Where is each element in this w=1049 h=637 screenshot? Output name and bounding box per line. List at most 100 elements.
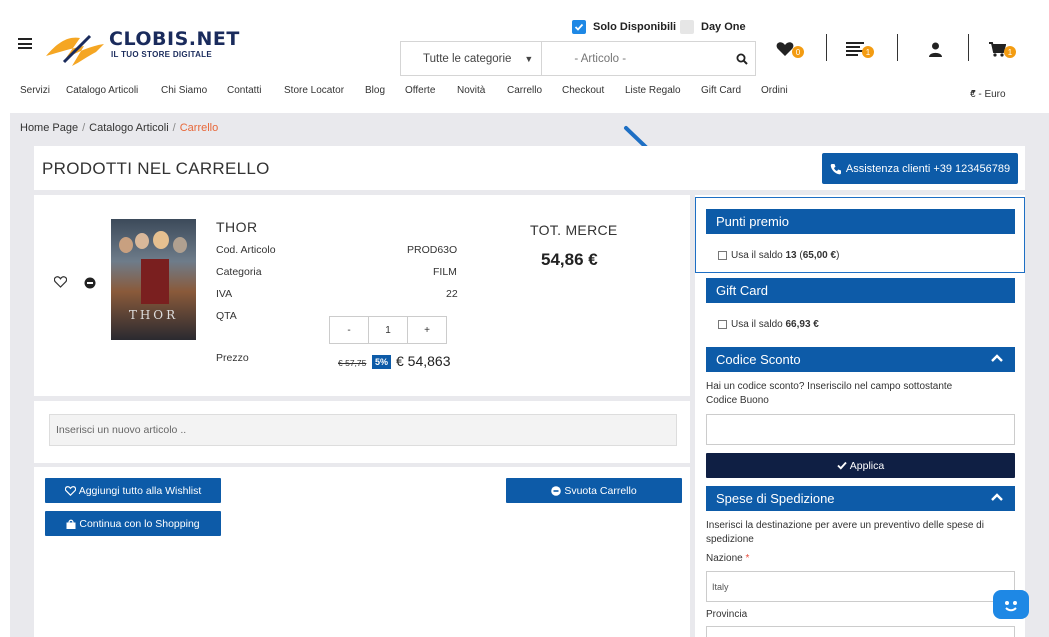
account-button[interactable] <box>929 38 942 60</box>
nav-item-catalogo[interactable]: Catalogo Articoli <box>66 85 138 96</box>
wishlist-button[interactable]: 0 <box>776 38 804 60</box>
nav-item-novita[interactable]: Novità <box>457 85 485 96</box>
nav-item-chi-siamo[interactable]: Chi Siamo <box>161 85 207 96</box>
nav-item-blog[interactable]: Blog <box>365 85 385 96</box>
wishlist-heart-icon[interactable] <box>54 276 67 288</box>
solo-disponibili-checkbox[interactable]: Solo Disponibili <box>572 20 676 34</box>
phone-icon <box>830 163 841 174</box>
main-nav: Servizi Catalogo Articoli Chi Siamo Cont… <box>0 81 1049 101</box>
solo-disponibili-label: Solo Disponibili <box>593 21 677 33</box>
check-icon <box>837 461 847 470</box>
codice-sconto-header[interactable]: Codice Sconto <box>706 347 1015 372</box>
old-price: € 57,75 <box>338 358 367 368</box>
qty-input[interactable]: 1 <box>369 317 408 343</box>
codice-sconto-title: Codice Sconto <box>716 352 801 367</box>
chevron-up-icon <box>991 493 1003 501</box>
checkbox-icon <box>718 251 727 260</box>
heart-icon <box>776 42 794 56</box>
add-all-wishlist-label: Aggiungi tutto alla Wishlist <box>78 484 202 497</box>
customer-support-label: Assistenza clienti +39 123456789 <box>845 162 1011 175</box>
breadcrumb-catalog[interactable]: Catalogo Articoli <box>89 122 169 134</box>
search-input[interactable] <box>542 42 729 75</box>
qty-decrease-button[interactable]: - <box>330 317 369 343</box>
day-one-checkbox[interactable]: Day One <box>680 20 746 34</box>
continue-shopping-button[interactable]: Continua con lo Shopping <box>45 511 221 536</box>
product-row-label: Cod. Articolo <box>216 244 276 256</box>
currency-value: € - Euro <box>970 89 1006 100</box>
heart-outline-icon <box>64 485 76 496</box>
logo-swoosh-icon <box>46 34 104 66</box>
use-gift-card-checkbox[interactable]: Usa il saldo 66,93 € <box>718 319 819 330</box>
nav-item-liste-regalo[interactable]: Liste Regalo <box>625 85 681 96</box>
nazione-label: Nazione * <box>706 553 750 564</box>
spedizione-header[interactable]: Spese di Spedizione <box>706 486 1015 511</box>
caret-down-icon: ▼ <box>524 53 534 64</box>
discount-badge: 5% <box>372 355 392 369</box>
logo[interactable]: CLOBIS.NET IL TUO STORE DIGITALE <box>44 22 239 72</box>
use-points-checkbox[interactable]: Usa il saldo 13 (65,00 €) <box>718 250 839 261</box>
qty-increase-button[interactable]: + <box>408 317 446 343</box>
add-all-wishlist-button[interactable]: Aggiungi tutto alla Wishlist <box>45 478 221 503</box>
nav-item-servizi[interactable]: Servizi <box>20 85 50 96</box>
points-amount: 65,00 € <box>802 250 837 261</box>
logo-text: CLOBIS.NET <box>109 28 240 50</box>
breadcrumb-home[interactable]: Home Page <box>20 122 78 134</box>
category-select[interactable]: Tutte le categorie ▼ <box>401 42 543 75</box>
list-button[interactable]: 1 <box>846 38 874 60</box>
page-title: PRODOTTI NEL CARRELLO <box>42 159 270 178</box>
new-item-input[interactable]: Inserisci un nuovo articolo .. <box>49 414 677 446</box>
punti-premio-title: Punti premio <box>716 214 789 229</box>
product-name[interactable]: THOR <box>216 219 258 235</box>
cart-button[interactable]: 1 <box>989 38 1016 60</box>
nav-item-checkout[interactable]: Checkout <box>562 85 604 96</box>
spedizione-text: Inserisci la destinazione per avere un p… <box>706 520 984 545</box>
user-icon <box>929 42 942 57</box>
discount-code-input[interactable] <box>706 414 1015 445</box>
product-category-value: FILM <box>433 266 457 278</box>
nav-item-contatti[interactable]: Contatti <box>227 85 261 96</box>
chatbot-button[interactable] <box>993 590 1029 619</box>
poster-title: THOR <box>128 308 179 322</box>
total-label: TOT. MERCE <box>530 222 618 238</box>
customer-support-button[interactable]: Assistenza clienti +39 123456789 <box>822 153 1018 184</box>
shopping-bag-icon <box>66 519 76 529</box>
checkbox-empty-icon <box>680 20 694 34</box>
gift-amount: 66,93 € <box>785 319 819 330</box>
gift-card-header: Gift Card <box>706 278 1015 303</box>
product-image[interactable]: THOR <box>111 219 196 340</box>
list-count-badge: 1 <box>862 46 874 58</box>
continue-shopping-label: Continua con lo Shopping <box>79 517 200 530</box>
nav-item-store-locator[interactable]: Store Locator <box>284 85 344 96</box>
checkmark-icon <box>572 20 586 34</box>
nazione-select[interactable]: Italy <box>706 571 1015 602</box>
breadcrumb: Home Page / Catalogo Articoli / Carrello <box>20 122 219 134</box>
search-button[interactable] <box>728 42 755 75</box>
nav-item-offerte[interactable]: Offerte <box>405 85 435 96</box>
use-points-prefix: Usa il saldo <box>731 250 783 261</box>
day-one-label: Day One <box>701 21 746 33</box>
nav-item-carrello[interactable]: Carrello <box>507 85 542 96</box>
breadcrumb-current: Carrello <box>179 122 219 134</box>
wishlist-count-badge: 0 <box>792 46 804 58</box>
gift-card-title: Gift Card <box>716 283 769 298</box>
minus-circle-icon <box>551 485 562 496</box>
codice-buono-label: Codice Buono <box>706 395 769 406</box>
menu-icon[interactable] <box>18 38 32 49</box>
apply-button[interactable]: Applica <box>706 453 1015 478</box>
spedizione-title: Spese di Spedizione <box>716 491 835 506</box>
provincia-label: Provincia <box>706 609 748 620</box>
price-label: Prezzo <box>216 352 249 364</box>
list-icon <box>846 42 864 56</box>
nav-item-ordini[interactable]: Ordini <box>761 85 788 96</box>
product-row-label: IVA <box>216 288 233 300</box>
total-value: 54,86 € <box>541 250 598 269</box>
points-count: 13 <box>785 250 797 261</box>
apply-label: Applica <box>849 459 885 472</box>
empty-cart-button[interactable]: Svuota Carrello <box>506 478 682 503</box>
quantity-stepper: - 1 + <box>329 316 447 344</box>
empty-cart-label: Svuota Carrello <box>564 484 637 497</box>
product-row-label: Categoria <box>216 266 262 278</box>
remove-icon[interactable] <box>84 277 96 289</box>
nav-item-gift-card[interactable]: Gift Card <box>701 85 741 96</box>
provincia-select[interactable] <box>706 626 1015 637</box>
